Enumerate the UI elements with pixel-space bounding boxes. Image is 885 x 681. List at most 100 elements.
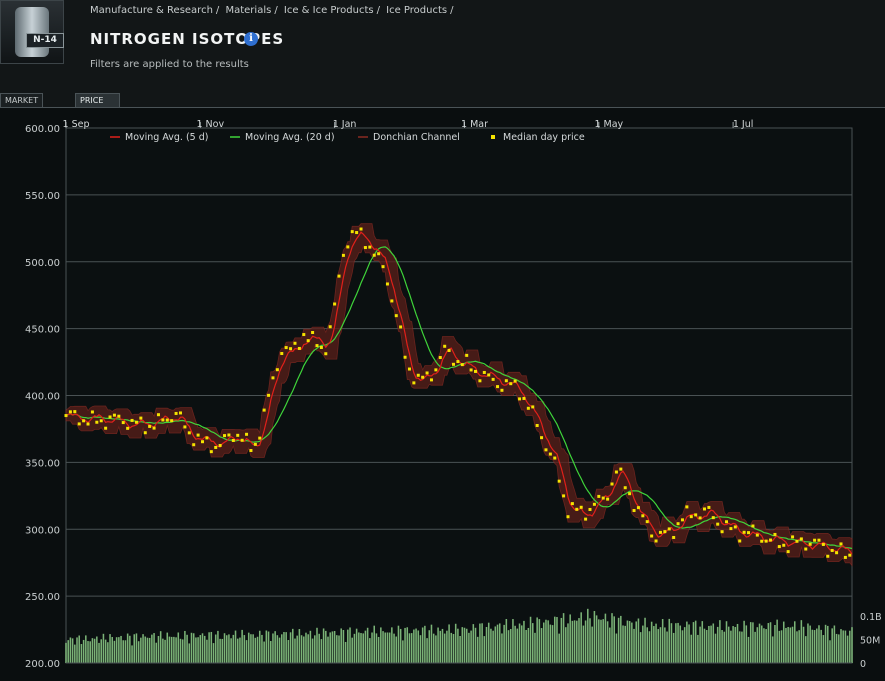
volume-bar [415, 628, 417, 663]
volume-bar [263, 641, 265, 663]
median-point [636, 506, 640, 510]
volume-bar [118, 637, 120, 663]
volume-bar [166, 632, 169, 663]
volume-bar [842, 630, 844, 663]
breadcrumb-item-3[interactable]: Ice & Ice Products [284, 5, 374, 16]
volume-bar [611, 613, 613, 663]
median-point [262, 408, 266, 412]
median-point [610, 482, 614, 486]
median-point [306, 339, 310, 343]
median-point [742, 530, 746, 534]
item-icon-label: N-14 [26, 33, 64, 48]
volume-bar [789, 627, 792, 663]
volume-bar [159, 631, 162, 663]
median-point [183, 425, 187, 429]
median-point [689, 515, 693, 519]
breadcrumb-item-4[interactable]: Ice Products [386, 5, 447, 16]
volume-bar [459, 635, 461, 663]
legend-label: Donchian Channel [373, 132, 460, 143]
volume-bar [137, 641, 140, 663]
median-point [249, 449, 253, 453]
median-point [658, 530, 662, 534]
volume-bar [322, 628, 325, 663]
volume-bar [558, 633, 560, 663]
volume-bar [551, 625, 554, 663]
volume-bar [265, 630, 268, 663]
volume-bar [197, 637, 199, 663]
volume-bar [230, 638, 232, 663]
volume-bar [177, 632, 180, 663]
volume-bar [340, 628, 342, 663]
volume-bar [236, 638, 239, 663]
volume-bar [221, 638, 224, 663]
volume-bar [582, 625, 585, 663]
median-point [694, 513, 698, 517]
median-point [566, 515, 570, 519]
median-point [165, 418, 169, 422]
volume-bar [276, 635, 279, 663]
volume-bar [536, 617, 538, 663]
median-point [522, 396, 526, 400]
median-point [126, 426, 130, 430]
volume-bar [851, 627, 853, 663]
volume-bar [267, 631, 270, 663]
median-point [99, 419, 103, 423]
volume-bar [664, 627, 666, 663]
volume-bar [380, 627, 382, 663]
median-point [86, 422, 90, 426]
volume-bar [325, 630, 327, 663]
breadcrumb-item-1[interactable]: Manufacture & Research [90, 5, 213, 16]
volume-bar [633, 628, 635, 663]
median-point [236, 433, 240, 437]
legend-label: Median day price [503, 132, 585, 143]
volume-bar [82, 639, 85, 663]
volume-bar [362, 633, 364, 663]
median-point [412, 381, 416, 385]
median-point [544, 448, 548, 452]
volume-bar [441, 628, 444, 663]
volume-bar [344, 641, 347, 663]
volume-bar [804, 636, 807, 663]
volume-bar [628, 621, 631, 663]
volume-bar [675, 623, 677, 663]
volume-bar [721, 630, 723, 663]
volume-bar [556, 617, 558, 663]
volume-bar [626, 620, 629, 663]
volume-bar [567, 623, 569, 663]
median-point [465, 353, 469, 357]
volume-bar [655, 623, 657, 663]
volume-bar [688, 624, 690, 663]
median-point [584, 517, 588, 521]
volume-bar [620, 615, 622, 663]
volume-bar [91, 638, 94, 663]
median-point [328, 325, 332, 329]
volume-bar [540, 628, 543, 663]
tab-price-history[interactable]: PRICE HISTORY [75, 93, 120, 118]
y-tick-label: 350.00 [25, 458, 60, 469]
breadcrumb-item-2[interactable]: Materials [225, 5, 271, 16]
volume-bar [391, 627, 393, 663]
volume-bar [485, 626, 488, 663]
volume-bar [587, 608, 589, 663]
price-history-chart: 200.00 250.00 300.00 350.00 400.00 450.00 500.… [0, 108, 885, 681]
volume-bar [245, 640, 248, 663]
info-icon[interactable]: i [244, 32, 258, 46]
median-point [324, 352, 328, 356]
volume-bar [681, 630, 684, 663]
volume-bar [527, 627, 530, 663]
median-point [597, 494, 601, 498]
median-point [654, 539, 658, 543]
volume-bar [256, 636, 259, 663]
x-tick-label: 1 Nov [196, 119, 224, 130]
median-point [425, 371, 429, 375]
volume-bar [296, 635, 298, 663]
median-point [478, 379, 482, 383]
median-point [650, 534, 654, 538]
volume-bar [631, 622, 633, 663]
tab-market-data[interactable]: MARKET DATA [0, 93, 44, 118]
y-tick-label: 400.00 [25, 392, 60, 403]
volume-bar [269, 641, 272, 663]
volume-bar [71, 638, 74, 663]
volume-bar [470, 630, 472, 663]
volume-axis-label: 50M [860, 635, 880, 646]
